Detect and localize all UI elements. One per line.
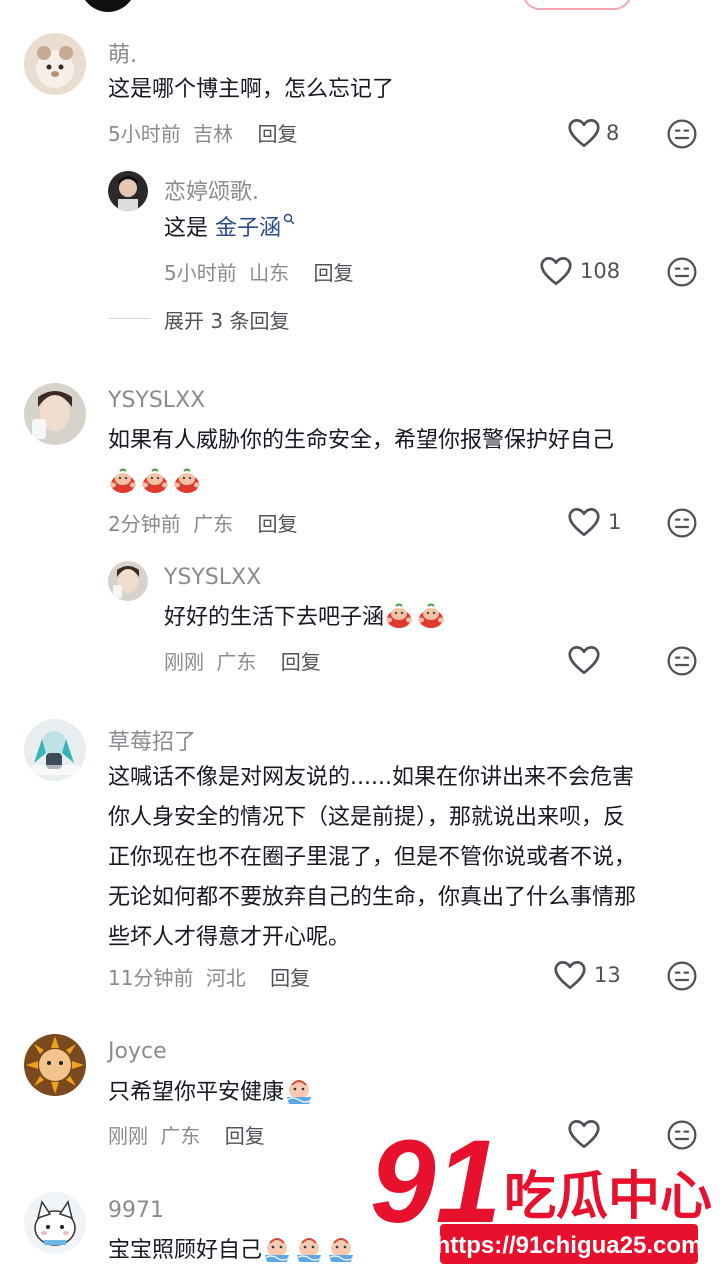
- top-avatar-partial[interactable]: [80, 0, 136, 12]
- comment-text-line: 无论如何都不要放弃自己的生命，你真出了什么事情那: [108, 885, 637, 910]
- like-heart-icon[interactable]: [566, 504, 602, 540]
- top-follow-button-partial[interactable]: [522, 0, 632, 10]
- reply-meta: 刚刚 广东 回复: [164, 646, 321, 675]
- comment-time: 11分钟前: [108, 966, 194, 990]
- comment-meta: 5小时前 吉林 回复: [108, 118, 297, 147]
- dislike-face-icon[interactable]: [666, 960, 698, 992]
- comment-username[interactable]: 萌.: [108, 37, 137, 69]
- comment-text-content: 宝宝照顾好自己: [108, 1238, 263, 1263]
- avatar[interactable]: [24, 1034, 86, 1096]
- search-icon[interactable]: [283, 213, 295, 225]
- comment-location: 河北: [205, 966, 246, 990]
- comment-text: 这是哪个博主啊，怎么忘记了: [108, 77, 395, 102]
- watermark-url: https://91chigua25.com: [436, 1232, 703, 1259]
- comment-text: 如果有人威胁你的生命安全，希望你报警保护好自己: [108, 428, 615, 453]
- like-heart-icon[interactable]: [566, 642, 602, 678]
- comment-location: 吉林: [193, 122, 234, 146]
- reply-button[interactable]: 回复: [270, 966, 310, 990]
- like-heart-icon[interactable]: [566, 115, 602, 151]
- mention-link[interactable]: 金子涵: [215, 216, 281, 241]
- reply-button[interactable]: 回复: [313, 261, 353, 285]
- comment-text: 宝宝照顾好自己: [108, 1231, 358, 1271]
- comment-time: 刚刚: [108, 1124, 148, 1148]
- reply-location: 山东: [249, 261, 290, 285]
- comment-time: 5小时前: [108, 122, 181, 146]
- reply-emoji-row: [384, 603, 448, 630]
- comment-username[interactable]: 9971: [108, 1198, 164, 1223]
- hug-emoji-icon: [174, 468, 200, 493]
- reply-button[interactable]: 回复: [257, 512, 297, 536]
- pray-emoji-icon: [264, 1238, 290, 1262]
- comment-username[interactable]: Joyce: [108, 1039, 167, 1064]
- avatar[interactable]: [108, 171, 148, 211]
- like-heart-icon[interactable]: [552, 957, 588, 993]
- reply-location: 广东: [216, 650, 257, 674]
- comment-location: 广东: [193, 512, 234, 536]
- avatar[interactable]: [24, 383, 86, 445]
- like-count: 8: [606, 121, 620, 145]
- comment-emoji-row: [108, 467, 204, 495]
- comment-text-line: 些坏人才得意才开心呢。: [108, 925, 351, 950]
- comment-text-line: 正你现在也不在圈子里混了，但是不管你说或者不说，: [108, 845, 637, 870]
- pray-emoji-icon: [296, 1238, 322, 1262]
- comment-meta: 11分钟前 河北 回复: [108, 962, 310, 991]
- reply-text-content: 好好的生活下去吧子涵: [164, 605, 385, 630]
- pray-emoji-icon: [286, 1080, 312, 1104]
- like-count: 1: [608, 510, 622, 534]
- avatar[interactable]: [24, 719, 86, 781]
- reply-username[interactable]: 恋婷颂歌.: [164, 174, 259, 206]
- comment-location: 广东: [160, 1124, 201, 1148]
- expand-replies-button[interactable]: 展开 3 条回复: [164, 305, 289, 334]
- comment-meta: 刚刚 广东 回复: [108, 1120, 265, 1149]
- comment-meta: 2分钟前 广东 回复: [108, 508, 297, 537]
- reply-button[interactable]: 回复: [225, 1124, 265, 1148]
- reply-meta: 5小时前 山东 回复: [164, 257, 353, 286]
- dislike-face-icon[interactable]: [666, 118, 698, 150]
- comment-username[interactable]: YSYSLXX: [108, 388, 205, 413]
- like-count: 13: [594, 963, 621, 987]
- comment-emoji-row: [284, 1080, 316, 1105]
- reply-time: 5小时前: [164, 261, 237, 285]
- hug-emoji-icon: [418, 603, 445, 628]
- avatar[interactable]: [24, 1192, 86, 1254]
- watermark-logo: 91 吃瓜中心 https://91chigua25.com: [369, 1115, 714, 1264]
- reply-username[interactable]: YSYSLXX: [164, 565, 261, 590]
- reply-button[interactable]: 回复: [281, 650, 321, 674]
- reply-time: 刚刚: [164, 650, 204, 674]
- comment-text-line: 这喊话不像是对网友说的......如果在你讲出来不会危害: [108, 765, 634, 790]
- pray-emoji-icon: [328, 1238, 354, 1262]
- watermark: 91 吃瓜中心 https://91chigua25.com: [369, 1115, 720, 1280]
- dislike-face-icon[interactable]: [666, 507, 698, 539]
- comment-emoji-row: [262, 1238, 358, 1263]
- hug-emoji-icon: [142, 468, 168, 493]
- watermark-name: 吃瓜中心: [504, 1167, 712, 1227]
- reply-text: 这是 金子涵: [164, 209, 295, 249]
- comment-text-content: 只希望你平安健康: [108, 1080, 285, 1105]
- avatar[interactable]: [108, 561, 148, 601]
- hug-emoji-icon: [386, 603, 413, 628]
- hug-emoji-icon: [110, 468, 136, 493]
- comment-username[interactable]: 草莓招了: [108, 724, 196, 756]
- like-heart-icon[interactable]: [538, 253, 574, 289]
- reply-button[interactable]: 回复: [257, 122, 297, 146]
- like-count: 108: [580, 259, 621, 283]
- comment-time: 2分钟前: [108, 512, 181, 536]
- comment-text-line: 你人身安全的情况下（这是前提），那就说出来呗，反: [108, 805, 626, 830]
- reply-text-prefix: 这是: [164, 216, 215, 241]
- dislike-face-icon[interactable]: [666, 645, 698, 677]
- dislike-face-icon[interactable]: [666, 256, 698, 288]
- expand-divider: [108, 318, 150, 319]
- avatar[interactable]: [24, 33, 86, 95]
- comment-text: 只希望你平安健康: [108, 1073, 316, 1113]
- reply-text: 好好的生活下去吧子涵: [164, 598, 448, 638]
